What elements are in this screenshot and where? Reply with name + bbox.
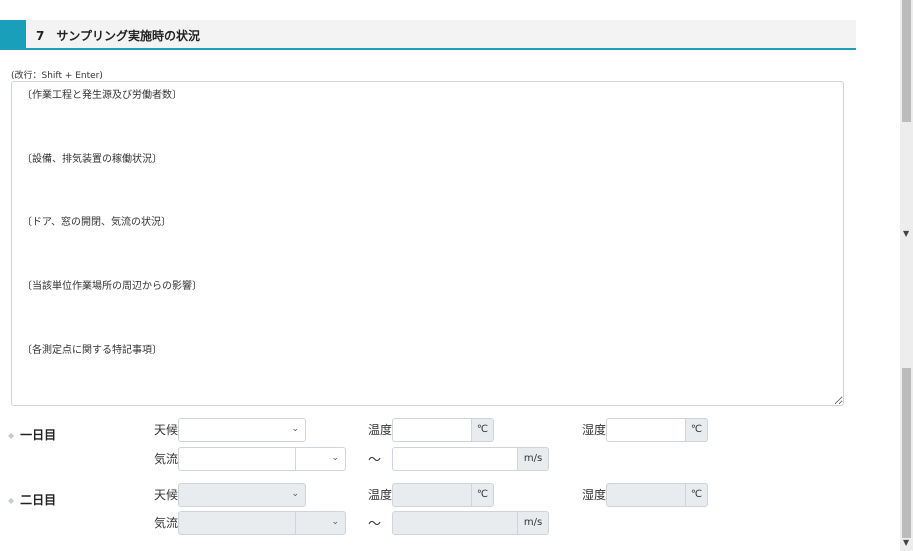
day2-temperature-unit: ℃ [471, 483, 494, 507]
scrollbar-thumb-lower[interactable] [902, 368, 911, 538]
day1-temperature-unit: ℃ [471, 418, 494, 442]
day1-range-tilde: 〜 [368, 453, 382, 468]
day1-airflow-unit: m/s [517, 447, 549, 471]
day2-airflow-min-input[interactable] [178, 511, 296, 535]
day1-weather-label: 天候 [154, 423, 179, 437]
day1-airflow-max-input[interactable] [392, 447, 518, 471]
day1-humidity-unit: ℃ [685, 418, 708, 442]
chevron-down-icon: ⌄ [331, 453, 339, 463]
chevron-down-icon: ⌄ [291, 489, 299, 499]
day2-airflow-max-input[interactable] [392, 511, 518, 535]
day2-airflow-unit: m/s [517, 511, 549, 535]
day2-range-tilde: 〜 [368, 517, 382, 532]
day2-airflow-select[interactable]: ⌄ [295, 511, 346, 535]
day1-temperature-input[interactable] [392, 418, 472, 442]
day2-label: ◆ 二日目 [8, 493, 57, 507]
day1-airflow-label: 気流 [154, 452, 179, 466]
day1-temperature-label: 温度 [368, 423, 393, 437]
day1-weather-select[interactable]: ⌄ [178, 418, 306, 442]
scroll-down-arrow-icon[interactable]: ▼ [903, 229, 909, 238]
newline-hint: (改行：Shift + Enter) [11, 71, 103, 81]
day2-humidity-unit: ℃ [685, 483, 708, 507]
day1-label: ◆ 一日目 [8, 428, 57, 442]
section-title: 7 サンプリング実施時の状況 [36, 29, 200, 43]
chevron-down-icon: ⌄ [291, 424, 299, 434]
day1-humidity-label: 湿度 [582, 423, 607, 437]
scroll-down-arrow-icon[interactable]: ▼ [903, 538, 909, 547]
chevron-down-icon: ⌄ [331, 517, 339, 527]
day1-humidity-input[interactable] [606, 418, 686, 442]
day2-temperature-input[interactable] [392, 483, 472, 507]
day2-humidity-label: 湿度 [582, 488, 607, 502]
diamond-bullet-icon: ◆ [8, 496, 15, 505]
day1-airflow-min-input[interactable] [178, 447, 296, 471]
section-accent-bar [0, 20, 26, 48]
day2-temperature-label: 温度 [368, 488, 393, 502]
day2-humidity-input[interactable] [606, 483, 686, 507]
day1-airflow-select[interactable]: ⌄ [295, 447, 346, 471]
section-header: 7 サンプリング実施時の状況 [0, 20, 856, 50]
diamond-bullet-icon: ◆ [8, 431, 15, 440]
day2-weather-label: 天候 [154, 488, 179, 502]
scrollbar-thumb[interactable] [902, 0, 911, 122]
day2-airflow-label: 気流 [154, 516, 179, 530]
sampling-status-textarea[interactable] [11, 81, 844, 406]
day2-weather-select[interactable]: ⌄ [178, 483, 306, 507]
page-scrollbar[interactable]: ▼ ▼ [900, 0, 913, 551]
